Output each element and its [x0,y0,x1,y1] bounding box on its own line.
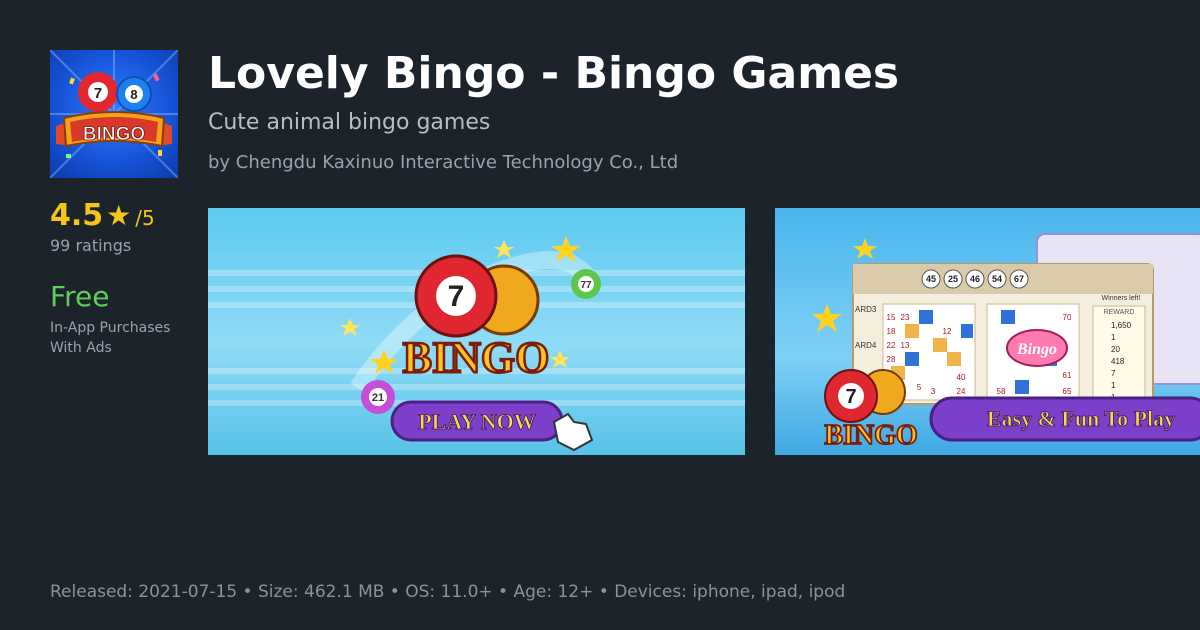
app-subtitle: Cute animal bingo games [208,110,491,135]
reward-value-2: 1 [1111,333,1116,342]
card-number-11: 24 [957,387,966,396]
card-number-7: 5 [917,383,922,392]
reward-label: REWARD [1104,309,1135,316]
screenshot-2-ball-7: 7 [845,386,856,408]
screenshot-2-bingo-logo: BINGO [824,420,917,451]
card-label-3: ARD3 [855,305,877,314]
reward-value-4: 418 [1111,357,1125,366]
reward-value-1: 1,650 [1111,321,1132,330]
developer-link[interactable]: by Chengdu Kaxinuo Interactive Technolog… [208,151,678,175]
screenshot-1-ball-77: 77 [580,280,592,291]
app-title: Lovely Bingo - Bingo Games [208,48,900,99]
price-label: Free [50,280,110,313]
card-right-number-1: 70 [1063,313,1072,322]
app-icon: 7 8 BINGO [50,50,178,178]
called-number-1: 45 [926,274,936,284]
app-metadata: Released: 2021-07-15 • Size: 462.1 MB • … [50,582,846,602]
winners-left-label: Winners left! [1102,295,1141,302]
icon-ball-number-2: 8 [130,87,137,102]
card-label-4: ARD4 [855,341,877,350]
star-icon: ★ [106,199,132,232]
card-number-5: 13 [901,341,910,350]
reward-value-6: 1 [1111,381,1116,390]
card-right-number-3: 65 [1063,387,1072,396]
called-number-2: 25 [948,274,958,284]
card-right-number-2: 61 [1063,371,1072,380]
rating-summary: 4.5 ★ /5 [50,198,155,234]
card-number-9: 3 [931,387,936,396]
app-icon-artwork: 7 8 BINGO [50,50,178,178]
screenshot-1-ball-21: 21 [372,392,384,404]
card-right-number-4: 58 [997,387,1006,396]
called-number-5: 67 [1014,274,1024,284]
iap-line-1: In-App Purchases [50,320,171,336]
screenshot-1-play-button: PLAY NOW [418,409,536,434]
card-number-12: 40 [957,373,966,382]
card-number-4: 22 [887,341,896,350]
called-number-3: 46 [970,274,980,284]
iap-line-2: With Ads [50,340,112,356]
card-number-1: 15 [887,313,896,322]
icon-ball-number-1: 7 [94,85,102,102]
hand-pointer-icon [552,412,594,452]
screenshot-2-artwork: 45 25 46 54 67 ARD3 ARD4 15 23 18 22 13 … [812,233,1200,452]
rating-value: 4.5 [50,198,104,233]
screenshot-2[interactable]: 45 25 46 54 67 ARD3 ARD4 15 23 18 22 13 … [775,208,1200,455]
screenshot-1[interactable]: 77 21 7 BINGO PLAY NOW [208,208,745,455]
screenshot-1-bingo-logo: BINGO [403,333,550,382]
card-number-3: 18 [887,327,896,336]
screenshot-2-banner: Easy & Fun To Play [987,406,1175,431]
iap-info: In-App Purchases With Ads [50,318,170,358]
rating-out-of: /5 [135,206,155,230]
ratings-count[interactable]: 99 ratings [50,236,131,255]
card-number-6: 28 [887,355,896,364]
card-bingo-badge: Bingo [1016,341,1057,358]
reward-value-5: 7 [1111,369,1116,378]
card-number-2: 23 [901,313,910,322]
icon-bingo-text: BINGO [83,124,145,145]
screenshot-1-ball-7: 7 [448,280,465,313]
screenshot-1-artwork: 77 21 7 BINGO PLAY NOW [208,236,745,452]
card-number-10: 12 [943,327,952,336]
reward-value-3: 20 [1111,345,1120,354]
called-number-4: 54 [992,274,1002,284]
